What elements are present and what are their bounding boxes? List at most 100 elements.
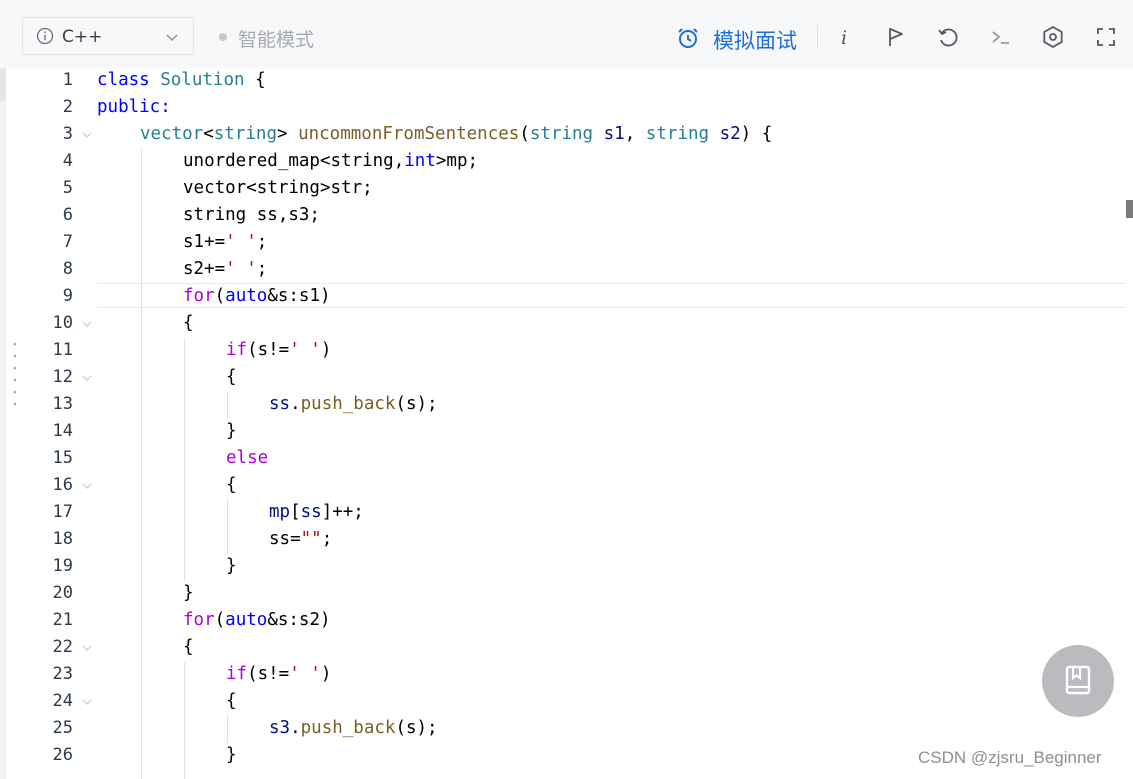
code-token: ' ' [225,259,257,279]
fold-chevron-icon[interactable] [80,371,94,385]
smart-mode-toggle[interactable]: 智能模式 [238,25,314,52]
indent-guide [141,149,142,779]
side-panel-edge [0,68,6,779]
line-number: 22 [52,637,73,657]
line-number: 24 [52,691,73,711]
code-line[interactable]: ss=""; [269,526,332,553]
code-token: { [183,637,194,657]
line-number: 23 [52,664,73,684]
notes-button[interactable] [1042,645,1114,717]
code-token: { [226,367,237,387]
code-token: string [529,124,594,144]
fold-chevron-icon[interactable] [80,641,94,655]
code-line[interactable]: { [226,688,237,715]
drag-handle-icon[interactable] [13,340,17,410]
language-label: C++ [62,27,103,47]
code-token: ) [320,340,332,360]
code-line[interactable]: for(auto&s:s1) [183,283,331,310]
fold-chevron-icon[interactable] [80,479,94,493]
code-token: s3 [269,718,291,738]
info-icon[interactable]: i [831,24,857,50]
code-line[interactable]: s1+=' '; [183,229,267,256]
reset-icon[interactable] [935,24,961,50]
code-token: s2 [719,124,741,144]
code-token: vector [140,124,204,144]
code-token: ss [300,502,322,522]
code-line[interactable]: } [226,418,237,445]
code-token: vector<string>str; [183,178,373,198]
code-token: s2+= [183,259,226,279]
code-line[interactable]: mp[ss]++; [269,499,364,526]
settings-icon[interactable] [1040,24,1066,50]
line-number: 13 [52,394,73,414]
code-line[interactable]: vector<string>str; [183,175,373,202]
indent-guide [227,716,228,743]
line-number: 2 [62,97,73,117]
flag-icon[interactable] [883,24,909,50]
fold-chevron-icon[interactable] [80,317,94,331]
code-line[interactable]: for(auto&s:s2) [183,607,331,634]
code-line[interactable]: } [183,580,194,607]
code-token: "" [300,529,322,549]
code-token: . [290,718,301,738]
fold-chevron-icon[interactable] [80,695,94,709]
code-line[interactable]: string ss,s3; [183,202,320,229]
line-number: 7 [62,232,73,252]
code-line[interactable]: class Solution { [97,67,266,94]
code-token: < [203,124,214,144]
language-select[interactable]: C++ [22,17,194,55]
code-line[interactable]: } [226,553,237,580]
code-line[interactable]: s3.push_back(s); [269,715,438,742]
code-line[interactable]: { [226,472,237,499]
fold-chevron-icon[interactable] [80,128,94,142]
line-number: 17 [52,502,73,522]
code-token: (s!= [247,664,290,684]
terminal-icon[interactable] [988,24,1014,50]
line-number: 12 [52,367,73,387]
line-number: 5 [62,178,73,198]
code-token: ) [320,664,332,684]
code-line[interactable]: else [226,445,268,472]
code-token: push_back [300,394,396,414]
code-token: ; [256,259,268,279]
indent-guide [227,392,228,419]
line-number: 9 [62,286,73,306]
code-token: class [97,70,150,90]
code-token: ( [214,610,226,630]
code-editor[interactable] [0,68,1133,779]
code-token: ' ' [289,340,321,360]
code-line[interactable]: unordered_map<string,int>mp; [183,148,478,175]
chevron-down-icon [166,34,178,41]
code-token: if [226,340,248,360]
code-line[interactable]: { [183,634,194,661]
line-number: 16 [52,475,73,495]
code-token: s1 [603,124,625,144]
code-line[interactable]: s2+=' '; [183,256,267,283]
line-number: 19 [52,556,73,576]
code-line[interactable]: { [226,364,237,391]
code-token: > [276,124,299,144]
line-number: 21 [52,610,73,630]
line-number: 10 [52,313,73,333]
code-line[interactable]: { [183,310,194,337]
code-line[interactable]: vector<string> uncommonFromSentences(str… [140,121,772,148]
code-line[interactable]: public: [97,94,171,121]
code-token: auto [225,286,268,306]
code-token: mp [269,502,291,522]
line-number: 8 [62,259,73,279]
code-token: (s); [395,394,438,414]
code-token: [ [290,502,301,522]
code-line[interactable]: ss.push_back(s); [269,391,438,418]
scrollbar-thumb[interactable] [1126,200,1133,218]
code-token: ; [321,529,333,549]
code-token: s1+= [183,232,226,252]
code-line[interactable]: if(s!=' ') [226,661,331,688]
code-token: auto [225,610,268,630]
code-line[interactable]: if(s!=' ') [226,337,331,364]
code-line[interactable]: } [226,742,237,769]
code-token: for [183,610,215,630]
code-token: public: [97,97,171,117]
fullscreen-icon[interactable] [1093,24,1119,50]
vertical-scrollbar[interactable] [1126,68,1133,779]
line-number: 14 [52,421,73,441]
